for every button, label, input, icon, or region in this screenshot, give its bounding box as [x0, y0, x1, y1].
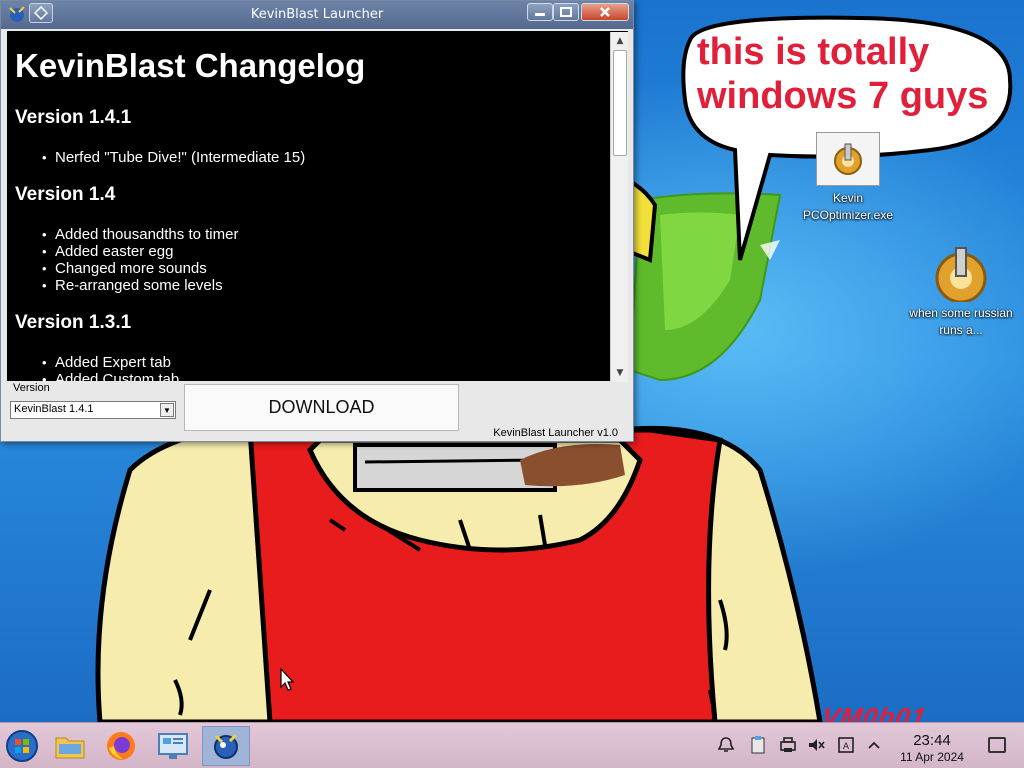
taskbar: A 23:44 11 Apr 2024 [0, 722, 1024, 768]
window-titlebar[interactable]: KevinBlast Launcher [1, 1, 633, 29]
volume-muted-icon[interactable] [806, 735, 826, 755]
launcher-controls: Version KevinBlast 1.4.1 ▼ DOWNLOAD Kevi… [7, 381, 628, 441]
speech-bubble-text: this is totally windows 7 guys [697, 30, 988, 118]
version-notes: Nerfed "Tube Dive!" (Intermediate 15) [42, 149, 628, 166]
version-label: Version [13, 382, 50, 394]
desktop-icon-kevin-pcoptimizer[interactable]: Kevin PCOptimizer.exe [793, 132, 903, 224]
mouse-cursor-icon [280, 668, 295, 691]
folder-icon [55, 737, 85, 759]
speech-line-1: this is totally [697, 31, 930, 73]
clock-date[interactable]: 11 Apr 2024 [890, 750, 974, 764]
changelog-view[interactable]: KevinBlast Changelog Version 1.4.1 Nerfe… [7, 31, 628, 381]
list-item: Added Custom tab [42, 371, 628, 381]
list-item: Added thousandths to timer [42, 226, 628, 243]
speech-line-2: windows 7 guys [697, 75, 989, 117]
clock-time[interactable]: 23:44 [890, 732, 974, 749]
monitor-icon [158, 733, 188, 759]
taskbar-control-panel[interactable] [151, 726, 195, 766]
maximize-button[interactable] [553, 3, 579, 21]
scroll-down-icon[interactable]: ▼ [613, 366, 627, 380]
notification-bell-icon[interactable] [716, 735, 736, 755]
download-button[interactable]: DOWNLOAD [184, 384, 459, 431]
chevron-up-icon[interactable] [864, 735, 884, 755]
version-notes: Added Expert tab Added Custom tab [42, 354, 628, 381]
version-select[interactable]: KevinBlast 1.4.1 ▼ [10, 401, 176, 419]
launcher-window: KevinBlast Launcher KevinBlast Changelog… [0, 0, 634, 442]
desktop-icon-label: when some russian runs a... [909, 306, 1013, 337]
version-heading: Version 1.4 [15, 184, 116, 205]
list-item: Added Expert tab [42, 354, 628, 371]
scroll-up-icon[interactable]: ▲ [613, 34, 627, 48]
kevinblast-icon [214, 733, 238, 759]
list-item: Re-arranged some levels [42, 277, 628, 294]
version-select-value: KevinBlast 1.4.1 [14, 403, 94, 415]
changelog-title: KevinBlast Changelog [15, 47, 366, 84]
windows-orb-icon [6, 730, 38, 762]
changelog-scrollbar[interactable]: ▲ ▼ [610, 32, 628, 382]
minimize-button[interactable] [527, 3, 553, 21]
printer-icon[interactable] [778, 735, 798, 755]
close-button[interactable] [581, 3, 629, 21]
launcher-version-footer: KevinBlast Launcher v1.0 [493, 427, 618, 439]
desktop-icon-label: Kevin PCOptimizer.exe [802, 191, 894, 222]
show-desktop-button[interactable] [988, 737, 1006, 753]
chevron-down-icon[interactable]: ▼ [160, 403, 174, 417]
firefox-icon [107, 732, 135, 760]
version-notes: Added thousandths to timer Added easter … [42, 226, 628, 294]
desktop-icon-russian-runs[interactable]: when some russian runs a... [906, 247, 1016, 339]
version-heading: Version 1.3.1 [15, 312, 132, 333]
taskbar-firefox[interactable] [99, 726, 143, 766]
version-heading: Version 1.4.1 [15, 107, 132, 128]
taskbar-file-explorer[interactable] [48, 726, 92, 766]
scrollbar-thumb[interactable] [613, 50, 627, 156]
list-item: Changed more sounds [42, 260, 628, 277]
clipboard-icon[interactable] [748, 735, 768, 755]
list-item: Nerfed "Tube Dive!" (Intermediate 15) [42, 149, 628, 166]
svg-text:A: A [843, 741, 849, 751]
taskbar-kevinblast-launcher[interactable] [202, 726, 250, 766]
installer-gear-icon [816, 132, 880, 186]
keyboard-layout-icon[interactable]: A [836, 735, 856, 755]
start-button[interactable] [0, 726, 44, 766]
installer-gear-icon [929, 247, 993, 302]
list-item: Added easter egg [42, 243, 628, 260]
